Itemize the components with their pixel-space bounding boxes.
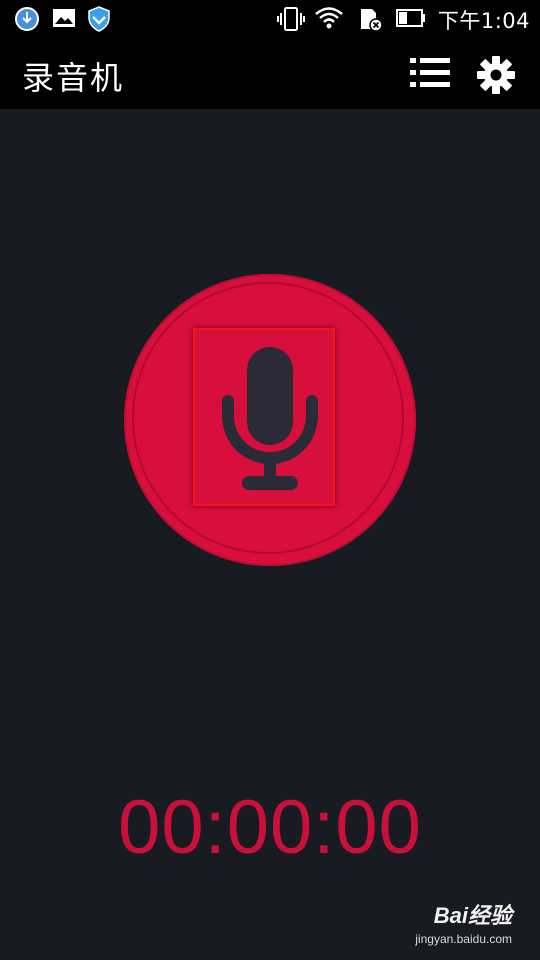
list-icon (410, 58, 450, 87)
sd-card-error-icon (361, 9, 383, 32)
wifi-icon (315, 7, 343, 29)
download-shield-icon (15, 7, 39, 31)
recording-timer: 00:00:00 (118, 785, 422, 870)
app-bar: 录音机 (0, 37, 540, 109)
status-bar: 下午1:04 (0, 0, 540, 37)
microphone-icon (222, 347, 318, 490)
baidu-jingyan-watermark: Bai经验 jingyan.baidu.com (415, 898, 512, 946)
security-shield-icon (88, 6, 110, 32)
settings-button[interactable] (476, 55, 516, 95)
vibrate-icon (277, 7, 305, 31)
recordings-list-button[interactable] (408, 55, 452, 91)
watermark-brand: Bai经验 (433, 903, 512, 928)
status-clock: 下午1:04 (437, 9, 530, 33)
app-title: 录音机 (22, 59, 125, 97)
recorder-screen: 下午1:04 录音机 00:00:00 Bai经验 jingyan.baidu.… (0, 0, 540, 960)
battery-icon (396, 9, 425, 27)
gear-icon (477, 56, 515, 94)
image-notification-icon (53, 9, 75, 27)
watermark-url: jingyan.baidu.com (415, 932, 512, 946)
